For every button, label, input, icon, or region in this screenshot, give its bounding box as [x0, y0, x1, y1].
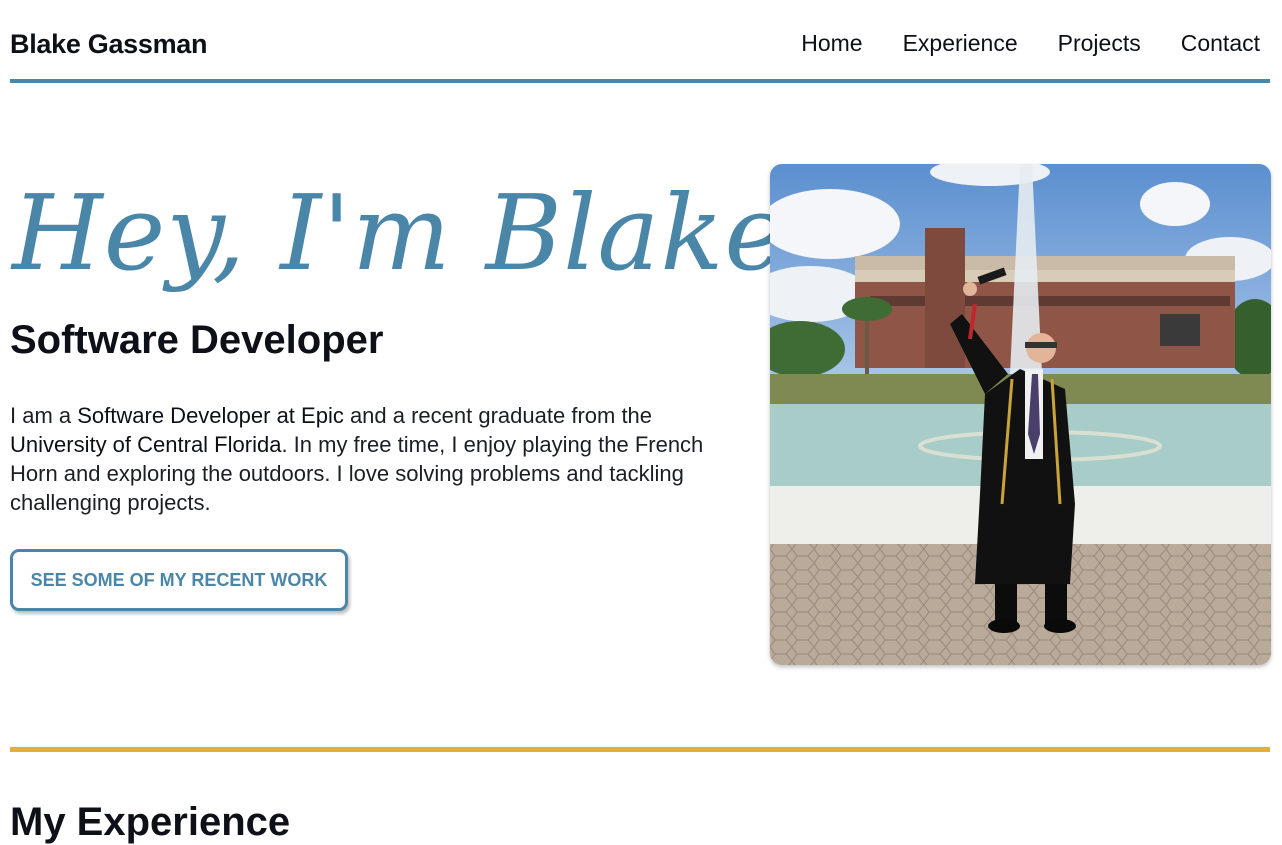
bio-university: University of Central Florida [10, 432, 282, 457]
brand-name[interactable]: Blake Gassman [10, 29, 208, 60]
main-nav: Home Experience Projects Contact [801, 30, 1260, 57]
hero-title: Hey, I'm Blake [12, 172, 787, 294]
experience-section-title: My Experience [10, 800, 291, 844]
section-divider [10, 747, 1270, 752]
recent-work-button[interactable]: SEE SOME OF MY RECENT WORK [10, 549, 348, 611]
bio-text: and a recent graduate from the [343, 403, 653, 428]
nav-link-experience[interactable]: Experience [903, 30, 1018, 57]
bio-employer: Software Developer at Epic [77, 403, 344, 428]
hero-bio: I am a Software Developer at Epic and a … [10, 401, 710, 517]
site-header: Blake Gassman Home Experience Projects C… [10, 0, 1270, 83]
nav-link-home[interactable]: Home [801, 30, 862, 57]
hero-subtitle: Software Developer [10, 318, 384, 362]
nav-link-contact[interactable]: Contact [1181, 30, 1260, 57]
nav-link-projects[interactable]: Projects [1058, 30, 1141, 57]
hero-photo [770, 164, 1271, 665]
bio-text: I am a [10, 403, 78, 428]
graduation-photo-illustration [770, 164, 1271, 665]
